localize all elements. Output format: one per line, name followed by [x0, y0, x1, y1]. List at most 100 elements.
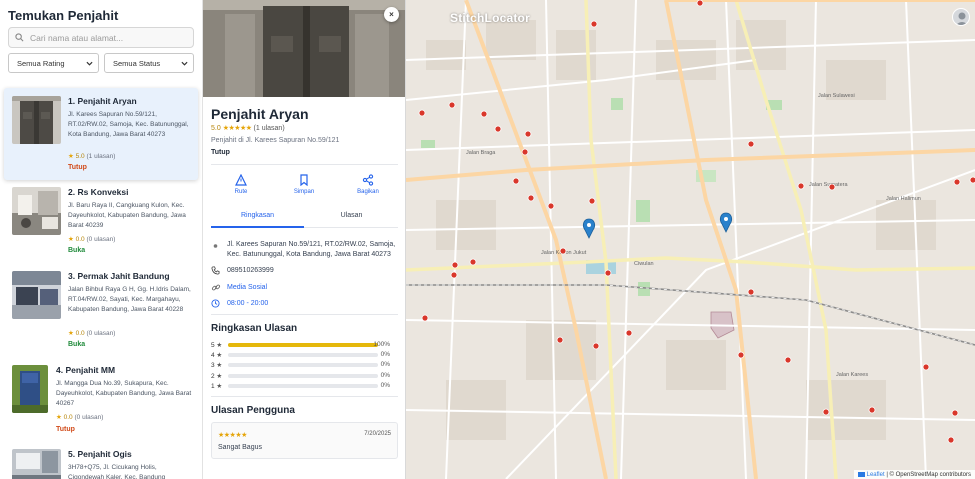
tailor-sidebar: Temukan Penjahit Semua Rating Semua Stat…: [0, 0, 203, 479]
leaflet-link[interactable]: Leaflet: [867, 472, 885, 478]
rating-bar-percent: 0%: [380, 381, 390, 389]
hours-row: 08:00 - 20:00: [211, 299, 398, 312]
route-icon: [235, 174, 247, 186]
tailor-name: 5. Penjahit Ogis: [68, 449, 132, 459]
route-label: Rute: [234, 189, 248, 195]
status-badge: Tutup: [68, 164, 87, 171]
tailor-address: 3H78+Q75, Jl. Cicukang Holis, Cigondewah…: [68, 464, 166, 479]
detail-phone[interactable]: 089510263999: [227, 266, 274, 279]
tailor-photo: [12, 187, 61, 235]
rating-score: 0.0: [75, 236, 85, 243]
search-icon: [15, 33, 24, 42]
detail-title: Penjahit Aryan: [211, 106, 309, 122]
review-summary-title: Ringkasan Ulasan: [211, 323, 298, 334]
map-tiles[interactable]: Ciwulan Jalan Sulawesi Jalan Sumatera Ja…: [406, 0, 975, 479]
rating-bar-row: 1 ★ 0%: [211, 382, 398, 390]
user-reviews-title: Ulasan Pengguna: [211, 405, 295, 416]
detail-address: Jl. Karees Sapuran No.59/121, RT.02/RW.0…: [227, 241, 396, 258]
svg-text:Ciwulan: Ciwulan: [634, 261, 654, 267]
status-badge: Buka: [68, 341, 86, 348]
rating-bar-track: [228, 383, 378, 388]
rating-bar-track: [228, 343, 378, 347]
share-label: Bagikan: [357, 189, 379, 195]
rating-bar-label: 4 ★: [211, 351, 222, 359]
tailor-address: Jalan Bihbul Raya G H, Gg. H.Idris Dalam…: [68, 286, 191, 313]
share-icon: [362, 174, 374, 186]
tailor-rating: ★ 0.0 (0 ulasan): [56, 413, 103, 421]
tailor-hero-photo: [203, 0, 405, 97]
location-pin-icon: [211, 240, 227, 260]
detail-panel: × Penjahit Aryan 5.0 ★★★★★ (1 ulasan) Pe…: [203, 0, 406, 479]
rating-bar-row: 4 ★ 0%: [211, 351, 398, 359]
divider: [211, 164, 398, 165]
rating-score: 0.0: [75, 330, 85, 337]
tailor-photo: [12, 96, 61, 144]
svg-text:Jalan Sulawesi: Jalan Sulawesi: [818, 93, 855, 99]
save-button[interactable]: Simpan: [279, 174, 329, 195]
user-avatar[interactable]: [952, 8, 970, 26]
svg-text:Jalan Braga: Jalan Braga: [466, 150, 496, 156]
list-item[interactable]: 3. Permak Jahit Bandung Jalan Bihbul Ray…: [0, 263, 202, 359]
svg-text:Jalan Halimun: Jalan Halimun: [886, 196, 921, 202]
review-date: 7/20/2025: [364, 431, 391, 437]
rating-bar-track: [228, 373, 378, 378]
map-attribution: Leaflet | © OpenStreetMap contributors: [853, 470, 975, 479]
status-filter-value: Semua Status: [113, 58, 161, 68]
rating-bar-percent: 100%: [373, 341, 390, 348]
star-icon: ★: [68, 153, 74, 160]
tailor-rating: ★ 0.0 (0 ulasan): [68, 329, 115, 337]
map-view[interactable]: Ciwulan Jalan Sulawesi Jalan Sumatera Ja…: [406, 0, 975, 479]
svg-text:Jalan Karees: Jalan Karees: [836, 372, 868, 378]
rating-bar-fill: [228, 343, 378, 347]
list-item[interactable]: 4. Penjahit MM Jl. Mangga Dua No.39, Suk…: [0, 357, 202, 441]
phone-icon: [211, 266, 227, 279]
tab-reviews[interactable]: Ulasan: [305, 212, 398, 219]
review-count: (0 ulasan): [74, 414, 104, 421]
share-button[interactable]: Bagikan: [343, 174, 393, 195]
clock-icon: [211, 299, 227, 312]
app-title: StitchLocator: [450, 11, 530, 25]
review-count: (0 ulasan): [86, 330, 116, 337]
phone-row[interactable]: 089510263999: [211, 266, 398, 279]
status-badge: Tutup: [211, 149, 230, 156]
search-input[interactable]: [30, 32, 180, 43]
tailor-rating: ★ 0.0 (0 ulasan): [68, 235, 115, 243]
tailor-name: 4. Penjahit MM: [56, 365, 116, 375]
star-icon: ★: [214, 342, 223, 349]
rating-bar-track: [228, 363, 378, 368]
opening-hours: 08:00 - 20:00: [227, 300, 269, 307]
detail-subtitle: Penjahit di Jl. Karees Sapuran No.59/121: [211, 137, 340, 144]
sidebar-title: Temukan Penjahit: [8, 8, 119, 23]
review-card: ★★★★★ 7/20/2025 Sangat Bagus: [211, 422, 398, 459]
divider: [211, 396, 398, 397]
rating-bar-row: 3 ★ 0%: [211, 361, 398, 369]
tailor-name: 3. Permak Jahit Bandung: [68, 271, 170, 281]
address-row: Jl. Karees Sapuran No.59/121, RT.02/RW.0…: [211, 240, 398, 260]
osm-attribution-text: | © OpenStreetMap contributors: [886, 471, 971, 478]
search-box[interactable]: [8, 27, 194, 48]
status-filter-select[interactable]: Semua Status: [104, 53, 194, 73]
social-row[interactable]: Media Sosial: [211, 283, 398, 296]
bookmark-icon: [300, 174, 308, 186]
route-button[interactable]: Rute: [216, 174, 266, 195]
review-count: (1 ulasan): [86, 153, 116, 160]
close-button[interactable]: ×: [384, 7, 399, 22]
rating-bar-track: [228, 353, 378, 358]
social-media-link[interactable]: Media Sosial: [227, 283, 267, 296]
rating-filter-select[interactable]: Semua Rating: [8, 53, 99, 73]
list-item[interactable]: 2. Rs Konveksi Jl. Baru Raya II, Cangkua…: [0, 179, 202, 263]
rating-bar-row: 2 ★ 0%: [211, 372, 398, 380]
list-item[interactable]: 5. Penjahit Ogis 3H78+Q75, Jl. Cicukang …: [0, 441, 202, 479]
status-badge: Tutup: [56, 426, 75, 433]
star-icon: ★: [214, 382, 223, 390]
tailor-photo: [12, 365, 48, 413]
rating-bar-row: 5 ★ 100%: [211, 341, 398, 349]
rating-filter-value: Semua Rating: [17, 58, 65, 68]
active-tab-indicator: [211, 226, 304, 228]
tailor-photo: [12, 449, 61, 479]
tab-summary[interactable]: Ringkasan: [211, 212, 304, 219]
tailor-name: 2. Rs Konveksi: [68, 187, 129, 197]
list-item[interactable]: 1. Penjahit Aryan Jl. Karees Sapuran No.…: [4, 88, 198, 180]
detail-rating: 5.0 ★★★★★ (1 ulasan): [211, 124, 285, 132]
leaflet-flag-icon: [857, 472, 865, 477]
